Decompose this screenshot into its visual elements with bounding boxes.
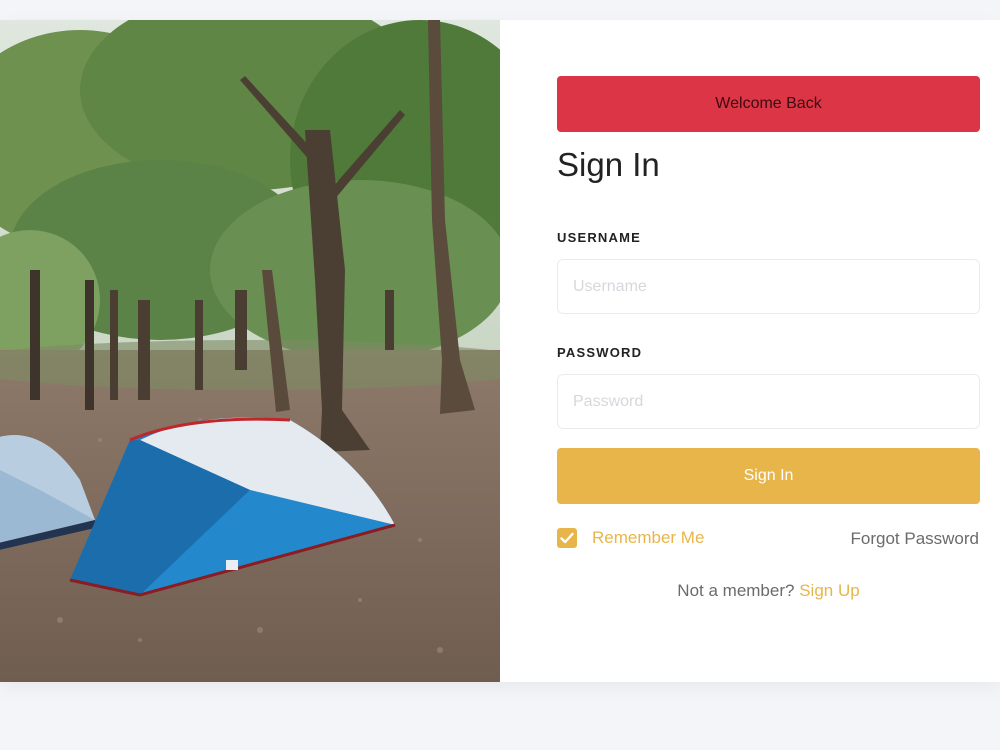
password-label: PASSWORD <box>557 345 643 360</box>
remember-me-checkbox[interactable] <box>557 528 577 548</box>
signup-prompt: Not a member? Sign Up <box>557 581 980 601</box>
username-label: USERNAME <box>557 230 641 245</box>
login-panel: Welcome Back Sign In USERNAME PASSWORD S… <box>500 20 1000 682</box>
camping-photo <box>0 20 500 682</box>
signup-prompt-text: Not a member? <box>677 581 795 600</box>
sign-up-link[interactable]: Sign Up <box>799 581 859 600</box>
login-card: Welcome Back Sign In USERNAME PASSWORD S… <box>0 20 1000 682</box>
username-input[interactable] <box>557 259 980 314</box>
checkmark-icon <box>560 532 574 544</box>
forgot-password-link[interactable]: Forgot Password <box>851 529 980 549</box>
welcome-banner: Welcome Back <box>557 76 980 132</box>
page-title: Sign In <box>557 146 660 183</box>
remember-me-toggle[interactable]: Remember Me <box>557 528 704 548</box>
remember-me-label: Remember Me <box>592 528 705 547</box>
password-input[interactable] <box>557 374 980 429</box>
sign-in-button[interactable]: Sign In <box>557 448 980 504</box>
